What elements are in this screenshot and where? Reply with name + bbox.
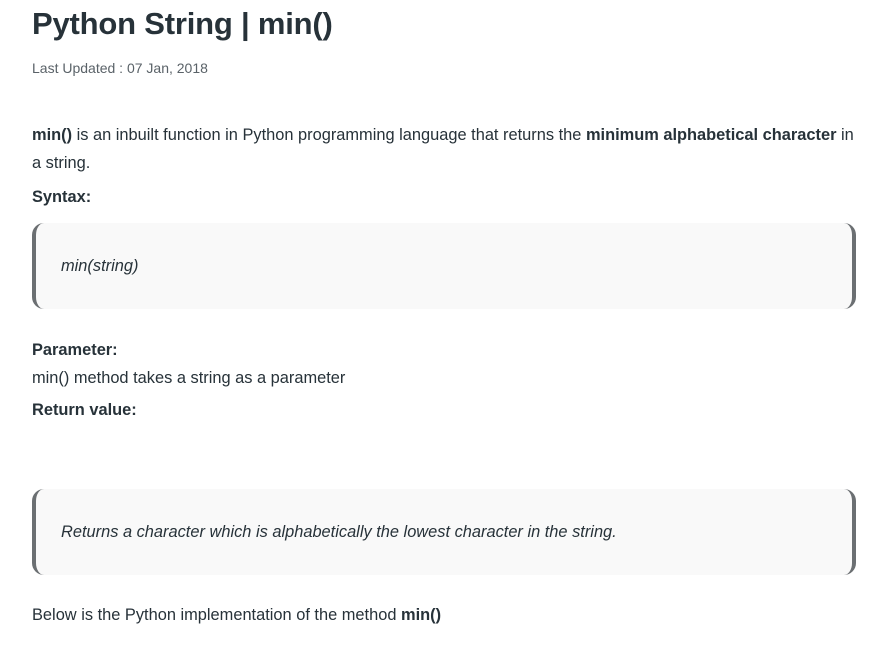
implementation-text: Below is the Python implementation of th… (32, 606, 401, 624)
parameter-heading: Parameter: (32, 341, 118, 359)
parameter-text: min() method takes a string as a paramet… (32, 369, 346, 387)
implementation-fn: min() (401, 606, 442, 624)
syntax-block: min(string) (32, 223, 856, 309)
syntax-heading: Syntax: (32, 188, 92, 206)
last-updated: Last Updated : 07 Jan, 2018 (32, 60, 208, 76)
intro-fn: min() (32, 126, 73, 144)
article: Python String | min() Last Updated : 07 … (32, 0, 856, 629)
return-value-text: Returns a character which is alphabetica… (61, 522, 617, 541)
return-value-block: Returns a character which is alphabetica… (32, 489, 856, 575)
page-title: Python String | min() (32, 6, 333, 41)
syntax-code: min(string) (61, 256, 139, 275)
return-value-heading: Return value: (32, 401, 137, 419)
intro-text-a: is an inbuilt function in Python program… (72, 126, 586, 144)
implementation-paragraph: Below is the Python implementation of th… (32, 601, 856, 629)
intro-paragraph: min() is an inbuilt function in Python p… (32, 121, 856, 177)
intro-emphasis: minimum alphabetical character (585, 126, 837, 144)
